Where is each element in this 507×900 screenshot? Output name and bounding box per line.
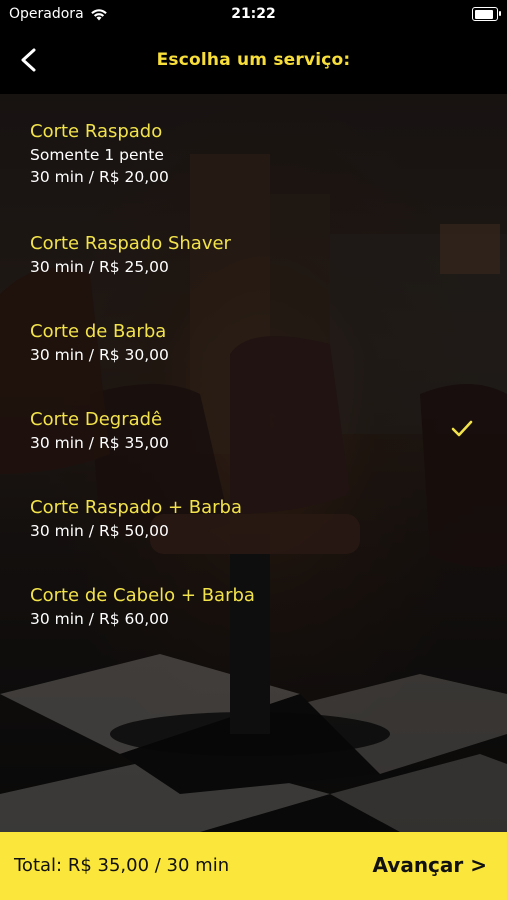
clock: 21:22 (231, 6, 276, 22)
page-title: Escolha um serviço: (156, 50, 351, 70)
service-item[interactable]: Corte de Cabelo + Barba 30 min / R$ 60,0… (30, 584, 470, 630)
navigation-bar: Escolha um serviço: (0, 30, 507, 94)
service-duration-price: 30 min / R$ 25,00 (30, 258, 169, 276)
total-label: Total: R$ 35,00 / 30 min (14, 855, 230, 876)
service-duration-price: 30 min / R$ 60,00 (30, 610, 169, 628)
barbershop-background-image (0, 94, 507, 832)
service-name: Corte Raspado (30, 121, 163, 142)
battery-fill (474, 9, 493, 19)
service-name: Corte Raspado Shaver (30, 233, 231, 254)
service-note: Somente 1 pente (30, 146, 164, 164)
service-duration-price: 30 min / R$ 35,00 (30, 434, 169, 452)
service-name: Corte Raspado + Barba (30, 497, 243, 518)
service-item[interactable]: Corte Raspado + Barba 30 min / R$ 50,00 (30, 496, 470, 542)
service-item[interactable]: Corte Raspado Shaver 30 min / R$ 25,00 (30, 232, 470, 278)
service-item[interactable]: Corte de Barba 30 min / R$ 30,00 (30, 320, 470, 366)
service-duration-price: 30 min / R$ 30,00 (30, 346, 169, 364)
battery-icon (472, 7, 501, 21)
service-name: Corte Degradê (30, 409, 163, 430)
summary-footer: Total: R$ 35,00 / 30 min Avançar > (0, 832, 507, 900)
service-name: Corte de Barba (30, 321, 167, 342)
service-duration-price: 30 min / R$ 50,00 (30, 522, 169, 540)
service-duration-price: 30 min / R$ 20,00 (30, 168, 169, 186)
next-button[interactable]: Avançar > (373, 853, 487, 877)
service-name: Corte de Cabelo + Barba (30, 585, 255, 606)
checkmark-icon (451, 420, 473, 437)
service-item-selected[interactable]: Corte Degradê 30 min / R$ 35,00 (30, 408, 470, 454)
status-bar: Operadora 21:22 (0, 0, 507, 30)
service-item[interactable]: Corte Raspado Somente 1 pente 30 min / R… (30, 120, 470, 188)
